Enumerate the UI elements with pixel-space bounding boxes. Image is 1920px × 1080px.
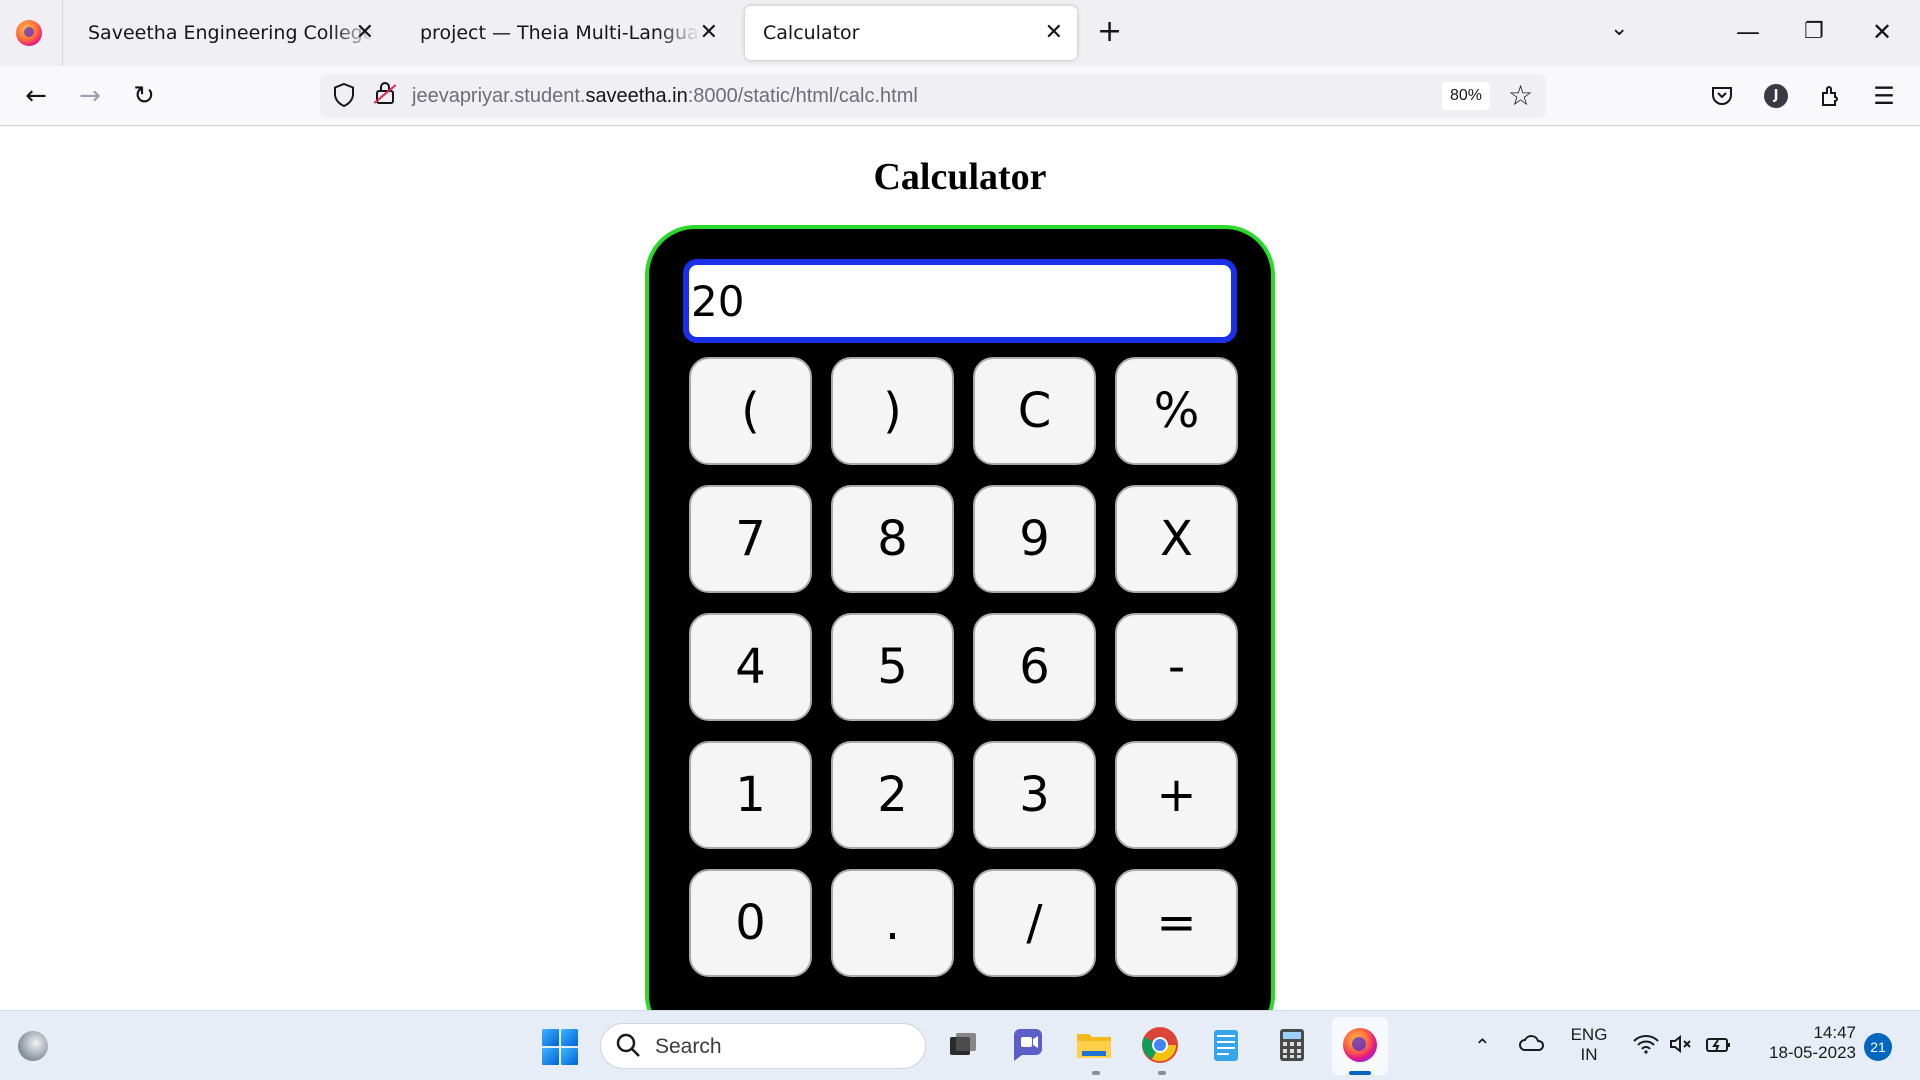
forward-button[interactable]: → xyxy=(72,78,108,114)
account-avatar[interactable]: J xyxy=(1764,84,1788,108)
address-bar[interactable]: jeevapriyar.student.saveetha.in:8000/sta… xyxy=(320,74,1546,118)
reload-button[interactable]: ↻ xyxy=(126,78,162,114)
clock[interactable]: 14:47 18-05-2023 xyxy=(1746,1023,1856,1063)
new-tab-button[interactable]: + xyxy=(1097,14,1122,50)
key-1[interactable]: 1 xyxy=(689,741,812,849)
calculator-frame: ( ) C % 7 8 9 X 4 5 6 - 1 2 3 + 0 . / = xyxy=(645,225,1275,1010)
key-equals[interactable]: = xyxy=(1115,869,1238,977)
key-open-paren[interactable]: ( xyxy=(689,357,812,465)
key-close-paren[interactable]: ) xyxy=(831,357,954,465)
active-indicator xyxy=(1349,1071,1371,1075)
url-text[interactable]: jeevapriyar.student.saveetha.in:8000/sta… xyxy=(412,74,918,118)
calculator-display[interactable] xyxy=(683,259,1237,343)
page-title: Calculator xyxy=(873,156,1047,198)
key-percent[interactable]: % xyxy=(1115,357,1238,465)
notepad-icon[interactable] xyxy=(1206,1025,1246,1065)
key-3[interactable]: 3 xyxy=(973,741,1096,849)
tab-label: Calculator xyxy=(763,22,860,44)
tab-calculator[interactable]: Calculator ✕ xyxy=(745,6,1077,60)
key-5[interactable]: 5 xyxy=(831,613,954,721)
key-decimal[interactable]: . xyxy=(831,869,954,977)
tab-saveetha[interactable]: Saveetha Engineering College ✕ xyxy=(70,6,388,60)
back-button[interactable]: ← xyxy=(18,78,54,114)
zoom-level-badge[interactable]: 80% xyxy=(1442,82,1491,110)
tracking-protection-shield-icon[interactable] xyxy=(332,82,356,114)
page-content: Calculator ( ) C % 7 8 9 X 4 5 6 - 1 2 3… xyxy=(0,127,1920,1010)
tab-project[interactable]: project — Theia Multi-Language Explorer … xyxy=(402,6,732,60)
firefox-taskbar-icon[interactable] xyxy=(1340,1025,1380,1065)
divider xyxy=(62,0,63,66)
taskbar-search-box[interactable]: Search xyxy=(600,1023,926,1069)
tab-label: Saveetha Engineering College xyxy=(88,22,375,44)
close-icon[interactable]: ✕ xyxy=(356,6,374,60)
key-4[interactable]: 4 xyxy=(689,613,812,721)
key-0[interactable]: 0 xyxy=(689,869,812,977)
menu-icon[interactable]: ☰ xyxy=(1866,78,1902,114)
key-add[interactable]: + xyxy=(1115,741,1238,849)
key-divide[interactable]: / xyxy=(973,869,1096,977)
windows-start-icon[interactable] xyxy=(542,1029,578,1065)
running-indicator xyxy=(1092,1071,1100,1075)
key-9[interactable]: 9 xyxy=(973,485,1096,593)
weather-widget-icon[interactable] xyxy=(18,1031,48,1061)
insecure-lock-icon[interactable] xyxy=(374,80,396,112)
tab-strip: Saveetha Engineering College ✕ project —… xyxy=(0,0,1920,66)
pocket-icon[interactable] xyxy=(1704,78,1740,114)
bookmark-star-icon[interactable]: ☆ xyxy=(1508,78,1533,114)
search-icon xyxy=(615,1032,641,1064)
show-hidden-icons-chevron[interactable]: ⌃ xyxy=(1474,1033,1491,1059)
calculator-app-icon[interactable] xyxy=(1272,1025,1312,1065)
language-indicator[interactable]: ENG IN xyxy=(1568,1025,1610,1065)
key-clear[interactable]: C xyxy=(973,357,1096,465)
navigation-toolbar: ← → ↻ jeevapriyar.student.saveetha.in:80… xyxy=(0,66,1920,126)
notification-badge[interactable]: 21 xyxy=(1864,1033,1892,1061)
key-6[interactable]: 6 xyxy=(973,613,1096,721)
running-indicator xyxy=(1158,1071,1166,1075)
firefox-icon xyxy=(16,20,42,46)
key-multiply[interactable]: X xyxy=(1115,485,1238,593)
restore-button[interactable]: ❐ xyxy=(1804,14,1824,50)
windows-taskbar: Search ⌃ ENG IN 14:47 18-05-2023 21 xyxy=(0,1010,1920,1080)
minimize-button[interactable]: — xyxy=(1736,14,1760,50)
list-all-tabs-icon[interactable]: ⌄ xyxy=(1610,16,1628,41)
tab-label: project — Theia Multi-Language Explorer xyxy=(420,22,700,44)
wifi-icon[interactable] xyxy=(1632,1033,1660,1062)
search-label: Search xyxy=(655,1035,722,1058)
key-2[interactable]: 2 xyxy=(831,741,954,849)
volume-muted-icon[interactable] xyxy=(1668,1033,1694,1062)
extensions-icon[interactable] xyxy=(1812,78,1848,114)
key-8[interactable]: 8 xyxy=(831,485,954,593)
onedrive-cloud-icon[interactable] xyxy=(1518,1033,1546,1060)
battery-charging-icon[interactable] xyxy=(1704,1033,1732,1062)
close-window-button[interactable]: ✕ xyxy=(1872,14,1892,50)
close-icon[interactable]: ✕ xyxy=(700,6,718,60)
teams-chat-icon[interactable] xyxy=(1008,1025,1048,1065)
close-icon[interactable]: ✕ xyxy=(1045,6,1063,60)
chrome-icon[interactable] xyxy=(1140,1025,1180,1065)
file-explorer-icon[interactable] xyxy=(1074,1025,1114,1065)
key-7[interactable]: 7 xyxy=(689,485,812,593)
key-subtract[interactable]: - xyxy=(1115,613,1238,721)
task-view-icon[interactable] xyxy=(942,1025,982,1065)
